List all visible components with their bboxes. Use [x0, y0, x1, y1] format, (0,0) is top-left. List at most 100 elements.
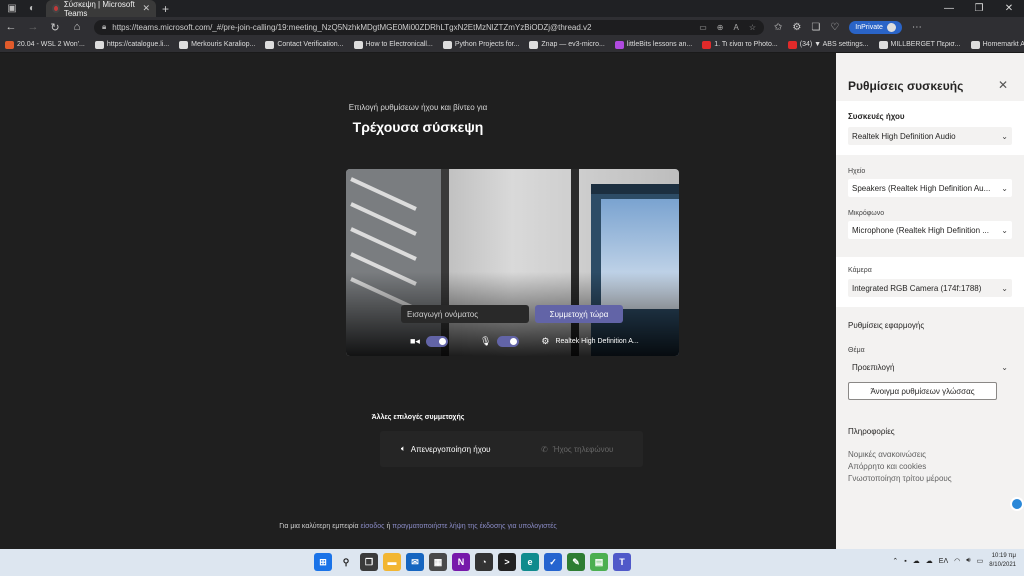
file-explorer-icon[interactable]: ▬ [383, 553, 401, 571]
lock-icon: 🔒︎ [102, 22, 107, 31]
camera-permission-icon[interactable]: ▭ [699, 23, 707, 32]
footer-prefix: Για μια καλύτερη εμπειρία [279, 523, 361, 530]
onedrive-icon[interactable]: ☁ [926, 557, 933, 565]
bookmark-item[interactable]: Contact Verification... [260, 40, 348, 49]
onedrive-icon[interactable]: ☁ [913, 557, 920, 565]
back-icon[interactable]: ← [0, 21, 22, 33]
edge-icon[interactable]: e [521, 553, 539, 571]
teams-icon[interactable]: T [613, 553, 631, 571]
store-icon[interactable]: ▦ [429, 553, 447, 571]
collections-icon[interactable]: ❏ [811, 22, 820, 33]
bookmark-item[interactable]: (34) ▼ ABS settings... [783, 40, 874, 49]
device-settings-gear-icon[interactable]: ⚙ [541, 336, 549, 347]
tool-icon[interactable]: ✎ [567, 553, 585, 571]
language-settings-button[interactable]: Άνοιγμα ρυθμίσεων γλώσσας [848, 382, 997, 400]
wifi-icon[interactable]: ◠ [954, 557, 960, 565]
camera-toggle[interactable] [425, 336, 448, 347]
side-widget-icon[interactable] [1010, 497, 1024, 511]
clock-icon[interactable]: ◔ [475, 553, 493, 571]
bookmark-item[interactable]: Homemarkt ANTAA... [966, 40, 1024, 49]
inprivate-badge[interactable]: InPrivate [849, 20, 902, 34]
microphone-icon: 🎙︎ [479, 336, 492, 346]
audio-device-select[interactable]: Realtek High Definition Audio ⌄ [848, 127, 1012, 145]
read-aloud-icon[interactable]: A [733, 23, 738, 32]
battery-icon[interactable]: ▭ [977, 557, 984, 565]
language-indicator[interactable]: ΕΛ [939, 558, 948, 565]
third-party-notice-link[interactable]: Γνωστοποίηση τρίτου μέρους [848, 474, 952, 483]
microphone-select[interactable]: Microphone (Realtek High Definition ... ⌄ [848, 221, 1012, 239]
bookmark-label: Znap — ev3-micro... [541, 41, 605, 48]
phone-audio-label: Ήχος τηλεφώνου [552, 444, 614, 454]
join-now-button[interactable]: Συμμετοχή τώρα [535, 305, 623, 323]
bookmark-favicon-icon [179, 40, 189, 49]
clock[interactable]: 10:19 πμ 8/10/2021 [989, 552, 1016, 570]
microphone-toggle[interactable] [497, 336, 520, 347]
more-menu-icon[interactable]: ⋯ [912, 22, 922, 33]
bookmark-item[interactable]: littleBits lessons an... [610, 40, 697, 49]
audio-device-short[interactable]: Realtek High Definition A... [555, 338, 638, 345]
maximize-icon[interactable]: ❐ [964, 3, 994, 14]
todo-icon[interactable]: ✓ [544, 553, 562, 571]
chevron-down-icon: ⌄ [1001, 362, 1008, 372]
windows-start-icon[interactable]: ⊞ [314, 553, 332, 571]
bookmark-favicon-icon [442, 40, 452, 49]
mail-icon[interactable]: ✉ [406, 553, 424, 571]
url-field[interactable]: 🔒︎ https://teams.microsoft.com/_#/pre-jo… [94, 19, 764, 35]
tab-close-icon[interactable]: ✕ [142, 3, 150, 14]
bookmarks-bar: 20.04 - WSL 2 Won'... https://catalogue.l… [0, 37, 1024, 53]
speaker-select[interactable]: Speakers (Realtek High Definition Au... ⌄ [848, 179, 1012, 197]
bookmark-item[interactable]: 20.04 - WSL 2 Won'... [0, 40, 90, 49]
address-toolbar: ← → ↻ ⌂ 🔒︎ https://teams.microsoft.com/_… [0, 17, 1024, 37]
new-tab-icon[interactable]: + [162, 2, 169, 16]
browser-tab[interactable]: Σύσκεψη | Microsoft Teams ✕ [46, 0, 156, 18]
theme-select[interactable]: Προεπιλογή ⌄ [848, 358, 1012, 376]
refresh-icon[interactable]: ↻ [44, 21, 66, 34]
forward-icon[interactable]: → [22, 21, 44, 33]
tray-app-icon[interactable]: ▪ [904, 558, 906, 565]
other-join-options: 🔈︎ Απενεργοποίηση ήχου ✆ Ήχος τηλεφώνου [380, 431, 643, 467]
camera-icon: ■◂ [410, 336, 420, 346]
legal-notices-link[interactable]: Νομικές ανακοινώσεις [848, 450, 926, 459]
minimize-icon[interactable]: — [934, 3, 964, 14]
extensions-icon[interactable]: ⚙ [792, 22, 801, 33]
bookmark-favicon-icon [265, 40, 275, 49]
volume-icon[interactable]: 🔊︎ [966, 557, 970, 565]
bookmark-item[interactable]: https://catalogue.li... [90, 40, 174, 49]
tab-actions-icon[interactable]: ▣ [4, 1, 20, 17]
task-view-icon[interactable]: ❐ [360, 553, 378, 571]
favorites-icon[interactable]: ✩ [774, 22, 782, 33]
chevron-down-icon: ⌄ [1001, 225, 1008, 235]
bookmark-label: 20.04 - WSL 2 Won'... [17, 41, 85, 48]
notepad-icon[interactable]: ▤ [590, 553, 608, 571]
workspaces-icon[interactable]: ◐ [24, 1, 40, 17]
microphone-value: Microphone (Realtek High Definition ... [852, 225, 989, 235]
bookmark-item[interactable]: How to Electronicall... [349, 40, 438, 49]
favorite-star-icon[interactable]: ☆ [749, 23, 756, 32]
audio-off-option[interactable]: 🔈︎ Απενεργοποίηση ήχου [380, 431, 512, 467]
video-preview: Συμμετοχή τώρα ■◂ 🎙︎ ⚙ Realtek High Defi… [346, 169, 679, 356]
chevron-down-icon: ⌄ [1001, 283, 1008, 293]
search-icon[interactable]: ⚲ [337, 553, 355, 571]
system-tray: ⌃ ▪ ☁ ☁ ΕΛ ◠ 🔊︎ ▭ 10:19 πμ 8/10/2021 [892, 552, 1016, 570]
theme-label: Θέμα [848, 347, 865, 354]
tray-chevron-icon[interactable]: ⌃ [892, 557, 898, 565]
window-close-icon[interactable]: ✕ [994, 3, 1024, 14]
name-input[interactable] [401, 305, 529, 323]
onenote-icon[interactable]: N [452, 553, 470, 571]
privacy-cookies-link[interactable]: Απόρρητο και cookies [848, 462, 926, 471]
camera-select[interactable]: Integrated RGB Camera (174f:1788) ⌄ [848, 279, 1012, 297]
browser-essentials-icon[interactable]: ♡ [830, 22, 839, 33]
panel-close-icon[interactable]: ✕ [998, 78, 1008, 92]
bookmark-item[interactable]: MILLBERGET Περισ... [874, 40, 966, 49]
bookmark-favicon-icon [5, 40, 14, 49]
download-link[interactable]: πραγματοποιήστε λήψη της έκδοσης για υπο… [392, 523, 556, 530]
bookmark-item[interactable]: 1. Τι είναι το Photo... [697, 40, 783, 49]
terminal-icon[interactable]: > [498, 553, 516, 571]
bookmark-item[interactable]: Python Projects for... [438, 40, 525, 49]
signin-link[interactable]: είσοδος [360, 523, 384, 530]
zoom-icon[interactable]: ⊕ [717, 23, 724, 32]
bookmark-item[interactable]: Merkouris Karaliop... [174, 40, 260, 49]
home-icon[interactable]: ⌂ [66, 21, 88, 33]
bookmark-item[interactable]: Znap — ev3-micro... [524, 40, 609, 49]
phone-audio-option[interactable]: ✆ Ήχος τηλεφώνου [512, 431, 644, 467]
